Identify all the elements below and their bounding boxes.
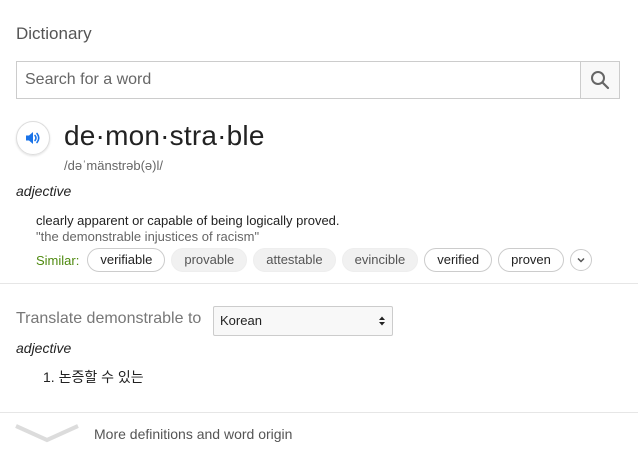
search-button[interactable] xyxy=(580,62,619,98)
speaker-icon xyxy=(26,132,40,144)
translation-part-of-speech: adjective xyxy=(16,340,72,356)
definition-text: clearly apparent or capable of being log… xyxy=(36,213,340,228)
more-definitions-link[interactable]: More definitions and word origin xyxy=(94,426,292,442)
search-icon xyxy=(591,71,610,90)
similar-words-row: Similar: verifiable provable attestable … xyxy=(36,248,592,272)
pronunciation-button[interactable] xyxy=(16,121,50,155)
similar-chip-evincible[interactable]: evincible xyxy=(341,248,419,272)
translate-label: Translate demonstrable to xyxy=(16,310,202,327)
select-arrows-icon xyxy=(379,316,385,326)
expand-chevron-icon[interactable] xyxy=(14,422,80,444)
similar-chip-verifiable[interactable]: verifiable xyxy=(87,248,166,272)
section-divider-bottom xyxy=(0,412,638,413)
search-box xyxy=(16,61,620,99)
expand-similar-button[interactable] xyxy=(569,249,592,271)
dictionary-title: Dictionary xyxy=(16,24,92,43)
phonetic-spelling: /dəˈmänstrəb(ə)l/ xyxy=(64,158,163,173)
similar-label: Similar: xyxy=(36,252,80,268)
language-select-value: Korean xyxy=(220,313,262,328)
similar-chip-verified[interactable]: verified xyxy=(424,248,493,272)
section-divider xyxy=(0,283,638,284)
example-sentence: "the demonstrable injustices of racism" xyxy=(36,229,260,244)
similar-chip-provable[interactable]: provable xyxy=(171,248,248,272)
similar-chip-proven[interactable]: proven xyxy=(498,248,564,272)
translation-item: 1. 논증할 수 있는 xyxy=(43,369,144,385)
similar-chip-attestable[interactable]: attestable xyxy=(253,248,336,272)
part-of-speech: adjective xyxy=(16,183,72,199)
language-select[interactable]: Korean xyxy=(213,306,393,336)
chevron-down-icon xyxy=(577,257,585,263)
headword: de·mon·stra·ble xyxy=(64,120,265,151)
search-input[interactable] xyxy=(17,62,581,98)
